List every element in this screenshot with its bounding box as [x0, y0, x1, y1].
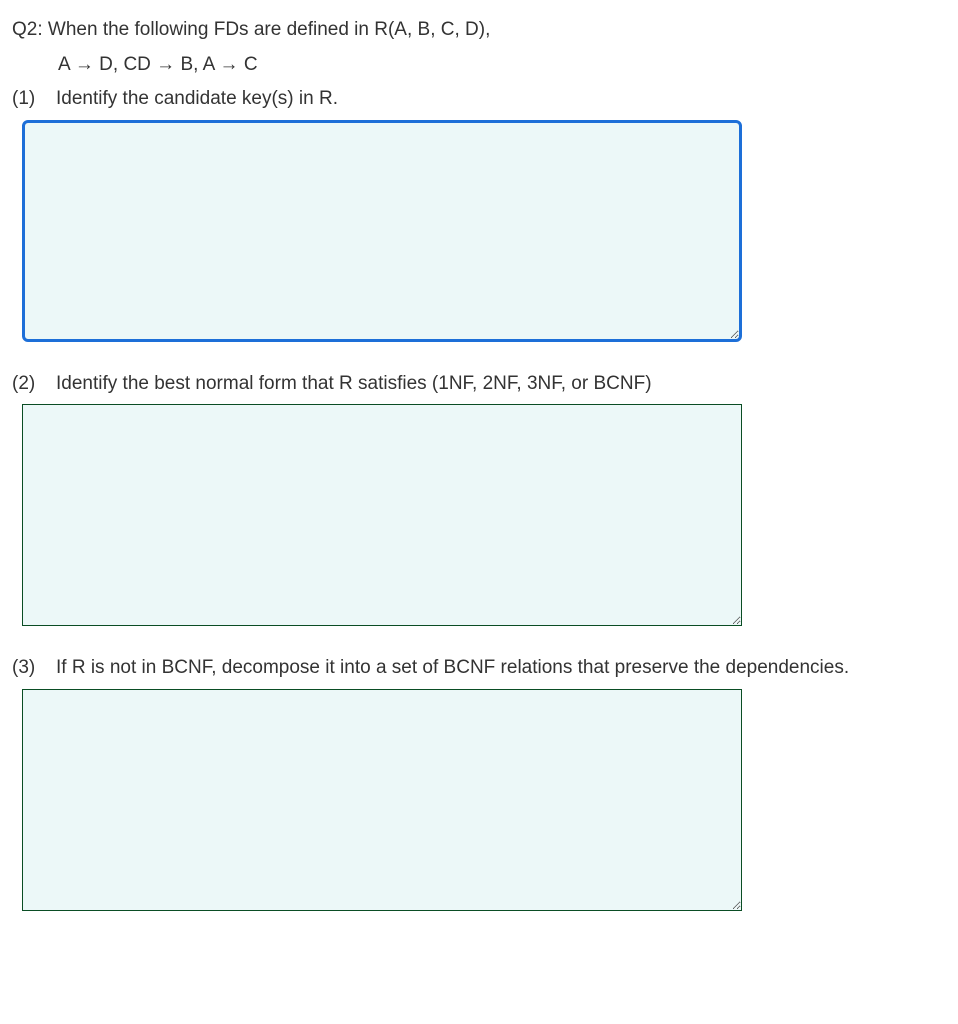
part-number: (3)	[12, 654, 56, 683]
part-2: (2) Identify the best normal form that R…	[12, 370, 946, 627]
part-3: (3) If R is not in BCNF, decompose it in…	[12, 654, 946, 911]
question-heading: Q2: When the following FDs are defined i…	[12, 16, 946, 45]
part-prompt: Identify the best normal form that R sat…	[56, 370, 946, 399]
part-number: (2)	[12, 370, 56, 399]
answer-input-1[interactable]	[22, 120, 742, 342]
part-1: (1) Identify the candidate key(s) in R.	[12, 85, 946, 342]
question-fds: A → D, CD → B, A → C	[12, 51, 946, 80]
answer-input-3[interactable]	[22, 689, 742, 911]
part-prompt: Identify the candidate key(s) in R.	[56, 85, 946, 114]
answer-input-2[interactable]	[22, 404, 742, 626]
part-prompt: If R is not in BCNF, decompose it into a…	[56, 654, 946, 683]
part-number: (1)	[12, 85, 56, 114]
